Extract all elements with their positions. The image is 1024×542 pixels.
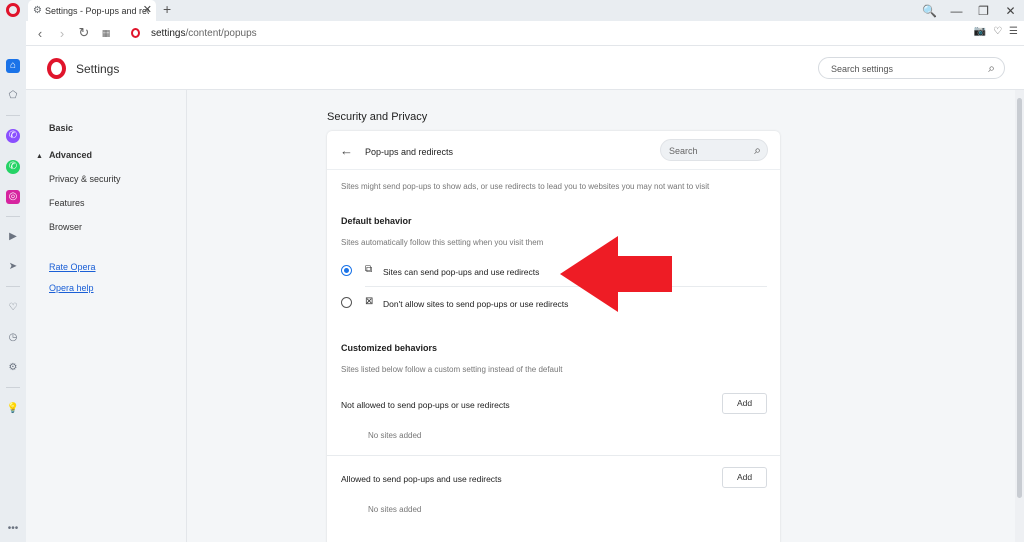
add-not-allowed-button[interactable]: Add	[722, 393, 767, 414]
close-window-button[interactable]: ✕	[997, 0, 1024, 21]
opera-logo	[47, 58, 66, 79]
reload-button[interactable]: ↻	[73, 25, 95, 41]
minimize-button[interactable]: —	[943, 0, 970, 21]
url-path: /content/popups	[185, 27, 257, 39]
card-search-placeholder: Search	[669, 146, 698, 156]
snapshot-icon[interactable]: 📷	[974, 26, 986, 37]
tab-grid-icon[interactable]: ▦	[95, 28, 117, 39]
section-title: Security and Privacy	[327, 111, 428, 123]
gear-icon: ⚙	[33, 5, 42, 16]
player-icon[interactable]: ▶	[6, 230, 20, 244]
sidebar-divider	[6, 387, 20, 388]
popup-blocked-icon: ⊠	[365, 296, 374, 307]
opera-menu-icon[interactable]	[6, 3, 20, 17]
add-allowed-button[interactable]: Add	[722, 467, 767, 488]
not-allowed-empty: No sites added	[368, 431, 422, 440]
default-behavior-subtext: Sites automatically follow this setting …	[341, 238, 544, 247]
search-settings-placeholder: Search settings	[831, 64, 894, 74]
speed-dial-icon[interactable]: ⬠	[6, 89, 20, 103]
search-tabs-icon[interactable]: 🔍	[916, 0, 943, 21]
popup-window-icon: ⧉	[365, 264, 373, 275]
nav-privacy-security[interactable]: Privacy & security	[49, 174, 121, 184]
tab-title: Settings - Pop-ups and redirects	[44, 5, 149, 16]
url-host: settings	[151, 27, 186, 39]
search-settings-input[interactable]: Search settings ⌕	[818, 57, 1005, 79]
whatsapp-icon[interactable]: ✆	[6, 160, 20, 174]
send-icon[interactable]: ➤	[6, 260, 20, 274]
rate-opera-link[interactable]: Rate Opera	[49, 262, 96, 272]
forward-button[interactable]: ›	[51, 26, 73, 41]
more-dots-icon[interactable]: •••	[6, 522, 20, 536]
heart-icon[interactable]: ♡	[993, 26, 1002, 37]
page-title: Settings	[76, 62, 120, 76]
option-allow-popups-label[interactable]: Sites can send pop-ups and use redirects	[383, 267, 539, 277]
sidebar-divider	[6, 216, 20, 217]
nav-basic[interactable]: Basic	[49, 123, 73, 133]
tab-settings[interactable]: ⚙ Settings - Pop-ups and redirects ✕	[28, 0, 156, 21]
page-scrollbar[interactable]	[1015, 90, 1024, 542]
card-title: Pop-ups and redirects	[365, 147, 454, 157]
opera-url-icon	[131, 28, 140, 38]
customized-behaviors-heading: Customized behaviors	[341, 343, 438, 353]
back-button[interactable]: ‹	[29, 26, 51, 41]
home-icon[interactable]: ⌂	[6, 59, 20, 73]
scrollbar-thumb[interactable]	[1017, 98, 1022, 498]
easy-setup-icon[interactable]: ☰	[1009, 26, 1018, 37]
search-icon: ⌕	[754, 143, 761, 157]
close-tab-icon[interactable]: ✕	[143, 3, 152, 16]
sidebar-divider	[6, 115, 20, 116]
tab-strip: ⚙ Settings - Pop-ups and redirects ✕ + 🔍…	[0, 0, 1024, 21]
address-actions: 📷 ♡ ☰	[974, 26, 1018, 37]
card-description: Sites might send pop-ups to show ads, or…	[341, 182, 710, 191]
radio-block-popups[interactable]	[341, 297, 352, 308]
popups-card: ← Pop-ups and redirects Search ⌕ Sites m…	[327, 131, 780, 542]
sidebar: ⌂ ⬠ ✆ ✆ ◎ ▶ ➤ ♡ ◷ ⚙ 💡 •••	[0, 21, 26, 542]
new-tab-button[interactable]: +	[163, 1, 171, 17]
settings-nav: Basic ▲ Advanced Privacy & security Featu…	[26, 90, 187, 542]
window-controls: 🔍 — ❐ ✕	[916, 0, 1024, 21]
nav-advanced-label: Advanced	[48, 150, 92, 160]
url-field[interactable]: settings/content/popups	[151, 28, 257, 39]
card-search-input[interactable]: Search ⌕	[660, 139, 768, 161]
opera-help-link[interactable]: Opera help	[49, 283, 94, 293]
lightbulb-icon[interactable]: 💡	[6, 402, 20, 416]
nav-features[interactable]: Features	[49, 198, 85, 208]
nav-advanced[interactable]: ▲ Advanced	[36, 150, 92, 160]
customized-behaviors-subtext: Sites listed below follow a custom setti…	[341, 365, 563, 374]
arrow-shape	[560, 236, 672, 312]
settings-gear-icon[interactable]: ⚙	[6, 361, 20, 375]
search-icon: ⌕	[988, 61, 995, 75]
restore-button[interactable]: ❐	[970, 0, 997, 21]
history-clock-icon[interactable]: ◷	[6, 331, 20, 345]
allowed-label: Allowed to send pop-ups and use redirect…	[341, 474, 502, 484]
bookmarks-heart-icon[interactable]: ♡	[6, 301, 20, 315]
card-divider	[327, 169, 780, 170]
red-arrow-annotation	[560, 236, 672, 312]
option-block-popups-label[interactable]: Don't allow sites to send pop-ups or use…	[383, 299, 568, 309]
not-allowed-label: Not allowed to send pop-ups or use redir…	[341, 400, 510, 410]
section-divider	[327, 455, 780, 456]
allowed-empty: No sites added	[368, 505, 422, 514]
settings-header: Settings Search settings ⌕	[26, 46, 1024, 90]
sidebar-divider	[6, 286, 20, 287]
instagram-icon[interactable]: ◎	[6, 190, 20, 204]
main-content: Security and Privacy ← Pop-ups and redir…	[187, 90, 1024, 542]
nav-browser[interactable]: Browser	[49, 222, 82, 232]
caret-up-icon: ▲	[36, 153, 43, 160]
address-bar: ‹ › ↻ ▦ settings/content/popups 📷 ♡ ☰	[26, 21, 1024, 46]
back-arrow-icon[interactable]: ←	[340, 143, 353, 158]
default-behavior-heading: Default behavior	[341, 216, 412, 226]
messenger-icon[interactable]: ✆	[6, 129, 20, 143]
radio-allow-popups[interactable]	[341, 265, 352, 276]
